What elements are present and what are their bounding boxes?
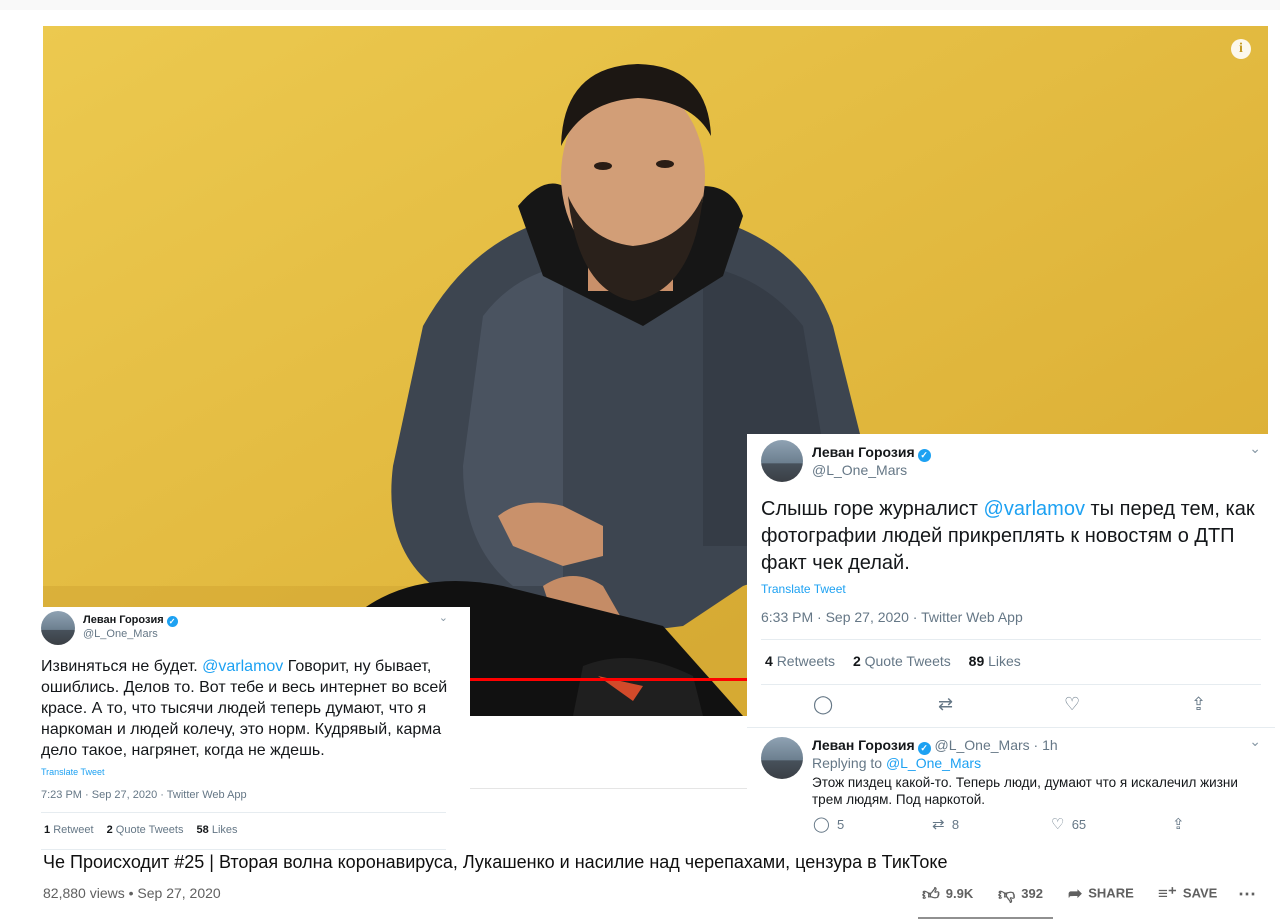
mention-link[interactable]: @varlamov [984,498,1085,520]
tweet-text: Слышь горе журналист @varlamov ты перед … [761,498,1255,574]
tweet-timestamp[interactable]: 6:33 PM · Sep 27, 2020 · Twitter Web App [761,609,1023,625]
author-name-text: Леван Горозия [812,737,915,753]
thumbs-up-icon: 👍︎ [922,885,940,904]
share-arrow-icon: ➦ [1068,884,1083,903]
dislike-button[interactable]: 👎︎ 392 [998,884,1043,905]
divider [761,639,1261,640]
tweet-author-handle[interactable]: @L_One_Mars [83,628,158,640]
reply-text: Этож пиздец какой-то. Теперь люди, думаю… [812,775,1238,807]
tweet-text: Извиняться не будет. @varlamov Говорит, … [41,658,448,759]
tweet-card-left[interactable]: Леван Горозия ✓ @L_One_Mars ⌄ Извиняться … [32,607,470,862]
more-horizontal-icon[interactable]: ⋯ [1238,884,1256,905]
view-count: 82,880 views [43,885,125,901]
reply-action[interactable]: ◯ 5 [813,815,844,833]
divider [460,788,750,789]
publish-date: Sep 27, 2020 [137,885,221,901]
like-button[interactable]: 👍︎ 9.9K [922,884,973,905]
reply-author-name[interactable]: Леван Горозия ✓ @L_One_Mars · 1h [812,737,1058,755]
author-name-text: Леван Горозия [812,444,915,460]
retweet-icon[interactable]: ⇄ [938,694,953,715]
tweet-author-handle[interactable]: @L_One_Mars [812,462,907,478]
tweet-author-name[interactable]: Леван Горозия ✓ [812,444,931,462]
replying-to-link[interactable]: @L_One_Mars [886,755,981,771]
replying-to: Replying to @L_One_Mars [812,755,982,771]
reply-icon[interactable]: ◯ [813,694,833,715]
video-title: Че Происходит #25 | Вторая волна коронав… [43,852,948,872]
divider [41,812,446,813]
tweet-card-main[interactable]: Леван Горозия ✓ @L_One_Mars ⌄ Слышь горе … [747,434,1275,726]
divider [41,849,446,850]
tweet-author-name[interactable]: Леван Горозия ✓ [83,614,178,627]
save-button[interactable]: ≡⁺ SAVE [1158,884,1217,904]
share-button[interactable]: ➦ SHARE [1068,884,1134,904]
verified-badge-icon: ✓ [917,449,931,462]
playlist-add-icon: ≡⁺ [1158,884,1177,903]
reply-icon: ◯ [813,816,830,833]
heart-icon: ♡ [1051,816,1065,833]
chevron-down-icon[interactable]: ⌄ [439,611,448,624]
like-action[interactable]: ♡ 65 [1051,815,1086,833]
heart-icon[interactable]: ♡ [1064,694,1080,715]
likes-stat[interactable]: 58 Likes [197,824,238,836]
mention-link[interactable]: @varlamov [202,658,283,675]
info-icon[interactable]: i [1231,39,1251,59]
tweet-stats: 1 Retweet 2 Quote Tweets 58 Likes [44,824,238,836]
share-icon[interactable]: ⇪ [1172,815,1185,833]
video-progress-bar[interactable] [463,678,793,681]
retweet-action[interactable]: ⇄ 8 [932,815,959,833]
tweet-timestamp[interactable]: 7:23 PM · Sep 27, 2020 · Twitter Web App [41,789,247,801]
share-icon[interactable]: ⇪ [1191,694,1206,715]
divider [747,727,1275,728]
tweet-card-reply[interactable]: Леван Горозия ✓ @L_One_Mars · 1h ⌄ Replyi… [747,727,1275,840]
quote-tweets-stat[interactable]: 2 Quote Tweets [853,653,951,669]
tweet-stats: 4 Retweets 2 Quote Tweets 89 Likes [765,653,1021,669]
retweets-stat[interactable]: 1 Retweet [44,824,94,836]
chevron-down-icon[interactable]: ⌄ [1249,733,1261,750]
author-name-text: Леван Горозия [83,614,164,626]
avatar[interactable] [41,611,75,645]
quote-tweets-stat[interactable]: 2 Quote Tweets [107,824,184,836]
avatar[interactable] [761,440,803,482]
avatar[interactable] [761,737,803,779]
chevron-down-icon[interactable]: ⌄ [1249,440,1261,457]
retweets-stat[interactable]: 4 Retweets [765,653,835,669]
likes-stat[interactable]: 89 Likes [969,653,1021,669]
verified-badge-icon: ✓ [917,742,931,755]
translate-tweet-link[interactable]: Translate Tweet [761,582,846,596]
translate-tweet-link[interactable]: Translate Tweet [41,767,105,777]
video-meta: 82,880 views • Sep 27, 2020 [43,885,221,901]
reply-handle-time: @L_One_Mars · 1h [934,737,1058,753]
thumbs-down-icon: 👎︎ [998,885,1016,904]
retweet-icon: ⇄ [932,816,945,833]
verified-badge-icon: ✓ [166,616,178,627]
like-ratio-bar [918,917,1053,919]
divider [761,684,1261,685]
